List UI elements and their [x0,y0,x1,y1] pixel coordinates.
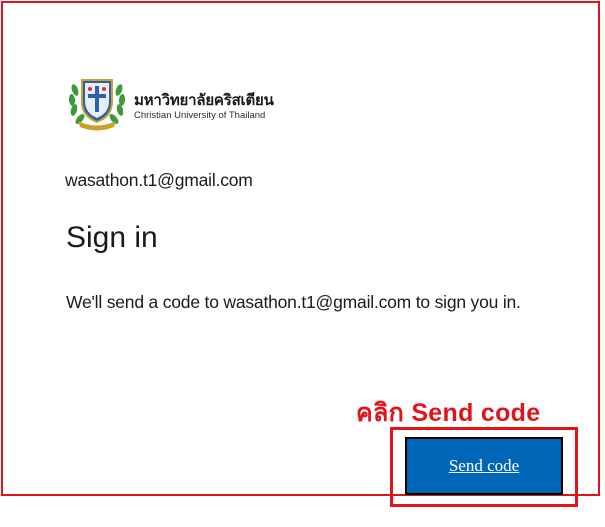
send-code-button[interactable]: Send code [405,437,563,495]
university-name-english: Christian University of Thailand [134,110,266,121]
university-crest-icon [66,72,128,132]
page-title: Sign in [66,221,158,254]
description-text: We'll send a code to wasathon.t1@gmail.c… [66,292,521,312]
account-email: wasathon.t1@gmail.com [65,170,253,190]
university-name-thai: มหาวิทยาลัยคริสเตียน [134,92,274,109]
